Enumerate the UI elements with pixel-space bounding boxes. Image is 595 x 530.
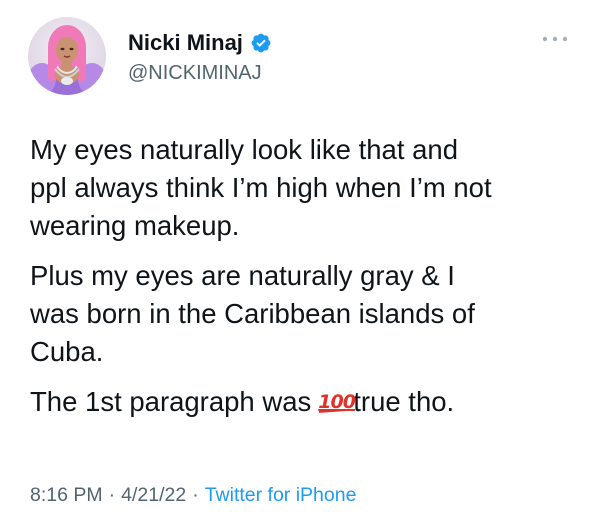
tweet-source-link[interactable]: Twitter for iPhone xyxy=(205,484,357,506)
tweet-card: Nicki Minaj @NICKIMINAJ My eyes naturall… xyxy=(0,0,595,530)
tweet-paragraph-last: The 1st paragraph was 100 true tho. xyxy=(30,383,575,421)
author-name-row[interactable]: Nicki Minaj xyxy=(128,28,272,58)
author-display-name[interactable]: Nicki Minaj xyxy=(128,30,243,56)
separator: · xyxy=(108,484,116,506)
more-options-button[interactable] xyxy=(540,30,570,48)
tweet-text: My eyes naturally look like that and ppl… xyxy=(30,131,575,433)
tweet-paragraph: My eyes naturally look like that and ppl… xyxy=(30,134,492,241)
separator: · xyxy=(192,484,199,506)
more-options-icon xyxy=(542,36,568,42)
emoji-digits: 100 xyxy=(318,391,356,413)
tweet-text-after-emoji: true tho. xyxy=(353,386,455,417)
tweet-text-before-emoji: The 1st paragraph was xyxy=(30,386,312,417)
tweet-time[interactable]: 8:16 PM xyxy=(30,484,103,506)
verified-badge-icon xyxy=(251,33,271,53)
tweet-paragraph: Plus my eyes are naturally gray & I was … xyxy=(30,260,475,367)
avatar[interactable] xyxy=(28,17,106,95)
tweet-meta: 8:16 PM · 4/21/22 · Twitter for iPhone xyxy=(30,484,356,507)
hundred-points-emoji-icon: 100 xyxy=(317,387,356,413)
author-handle[interactable]: @NICKIMINAJ xyxy=(128,62,262,85)
profile-photo-icon xyxy=(28,17,106,95)
tweet-date[interactable]: 4/21/22 xyxy=(121,484,186,506)
